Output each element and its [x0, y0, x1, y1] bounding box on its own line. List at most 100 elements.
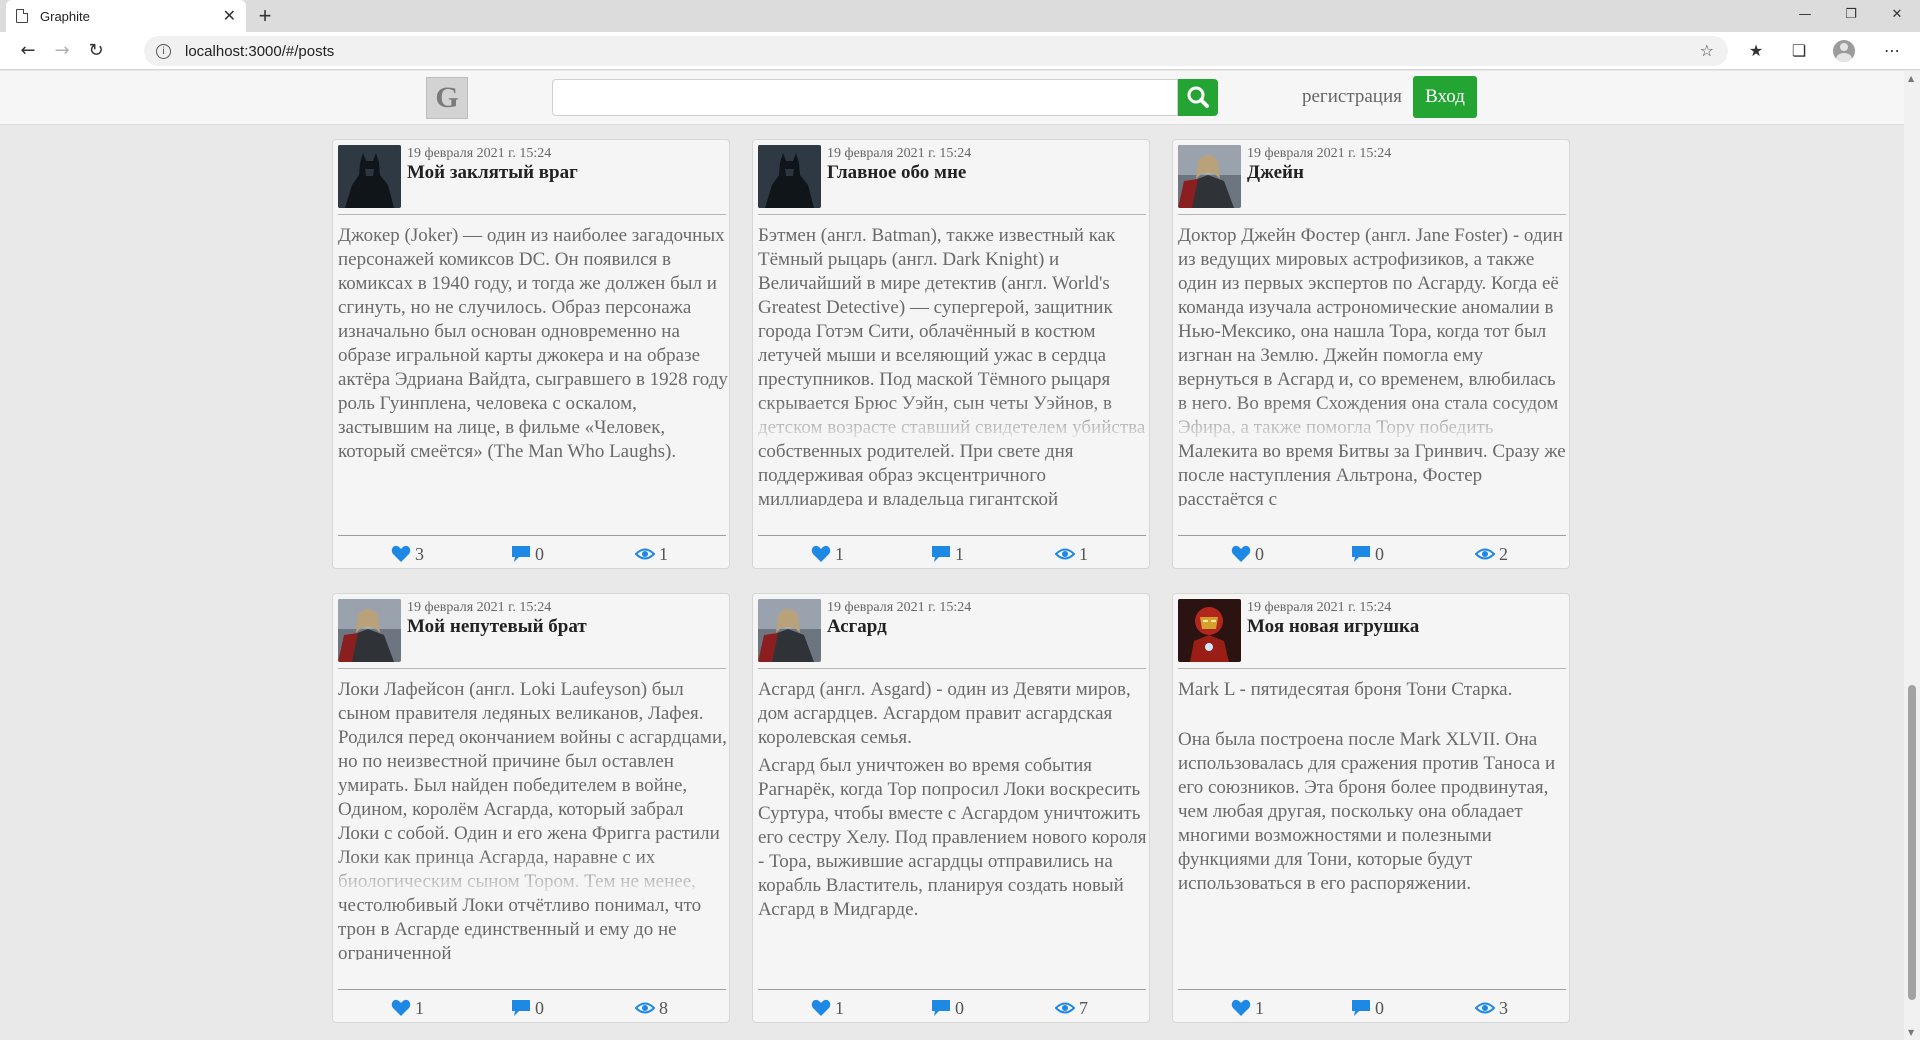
login-button[interactable]: Вход	[1413, 76, 1477, 118]
post-date: 19 февраля 2021 г. 15:24	[1247, 146, 1392, 161]
heart-icon	[811, 999, 831, 1016]
page-viewport: G регистрация Вход 19 февраля 2021 г. 15…	[0, 71, 1904, 1040]
tab-close-icon[interactable]: ✕	[223, 6, 236, 26]
browser-tab[interactable]: Graphite ✕	[6, 0, 246, 32]
post-footer-divider	[1178, 989, 1566, 990]
add-favorite-icon[interactable]: ☆	[1700, 41, 1714, 60]
heart-icon	[811, 545, 831, 562]
post-title[interactable]: Моя новая игрушка	[1247, 616, 1419, 638]
page-icon	[16, 9, 28, 23]
post-divider	[338, 214, 726, 215]
thor-thumbnail	[1178, 145, 1241, 208]
post-paragraph: Она была построена после Mark XLVII. Она…	[1178, 729, 1556, 894]
heart-icon	[1231, 545, 1251, 562]
like-button[interactable]: 1	[811, 996, 844, 1020]
text-fade	[753, 402, 1149, 442]
view-count: 7	[1079, 997, 1088, 1018]
post-card[interactable]: 19 февраля 2021 г. 15:24 Мой непутевый бр…	[332, 593, 730, 1023]
like-button[interactable]: 3	[391, 542, 424, 566]
like-button[interactable]: 1	[811, 542, 844, 566]
browser-toolbar: ← → ↻ i localhost:3000/#/posts ☆ ★ ❏ ⋯	[0, 32, 1920, 70]
new-tab-button[interactable]: +	[252, 3, 278, 29]
site-logo[interactable]: G	[426, 77, 468, 119]
post-card[interactable]: 19 февраля 2021 г. 15:24 Моя новая игрушк…	[1172, 593, 1570, 1023]
comment-button[interactable]: 1	[931, 542, 964, 566]
search-icon	[1187, 86, 1209, 108]
post-title[interactable]: Мой непутевый брат	[407, 616, 587, 638]
post-title[interactable]: Мой заклятый враг	[407, 162, 578, 184]
reload-icon[interactable]: ↻	[82, 38, 110, 64]
scrollbar-thumb[interactable]	[1908, 685, 1916, 1000]
eye-icon	[635, 548, 655, 560]
comment-count: 0	[1375, 997, 1384, 1018]
back-icon[interactable]: ←	[14, 38, 42, 64]
search-input[interactable]	[552, 79, 1178, 116]
post-paragraph: Локи Лафейсон (англ. Loki Laufeyson) был…	[338, 679, 727, 960]
like-count: 1	[415, 997, 424, 1018]
views-indicator: 7	[1055, 996, 1088, 1020]
address-bar[interactable]: i localhost:3000/#/posts ☆	[144, 36, 1728, 66]
post-paragraph: Доктор Джейн Фостер (англ. Jane Foster) …	[1178, 225, 1566, 506]
site-header: G регистрация Вход	[0, 71, 1904, 125]
comment-count: 0	[1375, 543, 1384, 564]
collections-icon[interactable]: ❏	[1785, 38, 1813, 64]
like-count: 1	[835, 997, 844, 1018]
post-card[interactable]: 19 февраля 2021 г. 15:24 Мой заклятый вра…	[332, 139, 730, 569]
views-indicator: 1	[635, 542, 668, 566]
post-body: Асгард (англ. Asgard) - один из Девяти м…	[758, 678, 1148, 960]
post-footer-divider	[758, 989, 1146, 990]
eye-icon	[1055, 1002, 1075, 1014]
register-link[interactable]: регистрация	[1302, 86, 1402, 108]
batman-thumbnail	[758, 145, 821, 208]
ironman-thumbnail	[1178, 599, 1241, 662]
scroll-down-icon[interactable]: ▼	[1908, 1028, 1914, 1037]
post-divider	[1178, 668, 1566, 669]
comment-button[interactable]: 0	[511, 996, 544, 1020]
post-title[interactable]: Главное обо мне	[827, 162, 966, 184]
restore-icon[interactable]: ❐	[1828, 0, 1874, 32]
comment-icon	[1352, 1000, 1370, 1016]
forward-icon[interactable]: →	[48, 38, 76, 64]
view-count: 1	[1079, 543, 1088, 564]
close-window-icon[interactable]: ✕	[1874, 0, 1920, 32]
post-card[interactable]: 19 февраля 2021 г. 15:24 Джейн Доктор Джей…	[1172, 139, 1570, 569]
favorites-icon[interactable]: ★	[1742, 38, 1770, 64]
scroll-up-icon[interactable]: ▲	[1908, 74, 1914, 83]
more-menu-icon[interactable]: ⋯	[1878, 38, 1906, 64]
search-button[interactable]	[1178, 79, 1218, 116]
post-body: Доктор Джейн Фостер (англ. Jane Foster) …	[1178, 224, 1568, 506]
post-title[interactable]: Асгард	[827, 616, 887, 638]
post-title[interactable]: Джейн	[1247, 162, 1304, 184]
heart-icon	[1231, 999, 1251, 1016]
post-body: Джокер (Joker) — один из наиболее загадо…	[338, 224, 728, 506]
post-date: 19 февраля 2021 г. 15:24	[827, 146, 972, 161]
post-divider	[1178, 214, 1566, 215]
views-indicator: 8	[635, 996, 668, 1020]
eye-icon	[635, 1002, 655, 1014]
like-button[interactable]: 1	[391, 996, 424, 1020]
post-card[interactable]: 19 февраля 2021 г. 15:24 Главное обо мне Б…	[752, 139, 1150, 569]
comment-icon	[1352, 546, 1370, 562]
page-scrollbar[interactable]: ▲ ▼	[1904, 71, 1920, 1040]
comment-count: 0	[955, 997, 964, 1018]
views-indicator: 2	[1475, 542, 1508, 566]
post-card[interactable]: 19 февраля 2021 г. 15:24 Асгард Асгард (ан…	[752, 593, 1150, 1023]
post-paragraph: Джокер (Joker) — один из наиболее загадо…	[338, 225, 728, 462]
like-button[interactable]: 1	[1231, 996, 1264, 1020]
comment-button[interactable]: 0	[511, 542, 544, 566]
comment-button[interactable]: 0	[1351, 542, 1384, 566]
comment-icon	[512, 1000, 530, 1016]
like-count: 1	[1255, 997, 1264, 1018]
like-button[interactable]: 0	[1231, 542, 1264, 566]
post-paragraph: Асгард был уничтожен во время события Ра…	[758, 755, 1147, 920]
minimize-icon[interactable]: —	[1782, 0, 1828, 32]
profile-avatar[interactable]	[1833, 40, 1855, 62]
comment-button[interactable]: 0	[1351, 996, 1384, 1020]
info-icon[interactable]: i	[156, 43, 171, 59]
post-footer-divider	[338, 535, 726, 536]
post-divider	[758, 668, 1146, 669]
post-divider	[338, 668, 726, 669]
view-count: 1	[659, 543, 668, 564]
tab-title: Graphite	[40, 8, 90, 24]
comment-button[interactable]: 0	[931, 996, 964, 1020]
